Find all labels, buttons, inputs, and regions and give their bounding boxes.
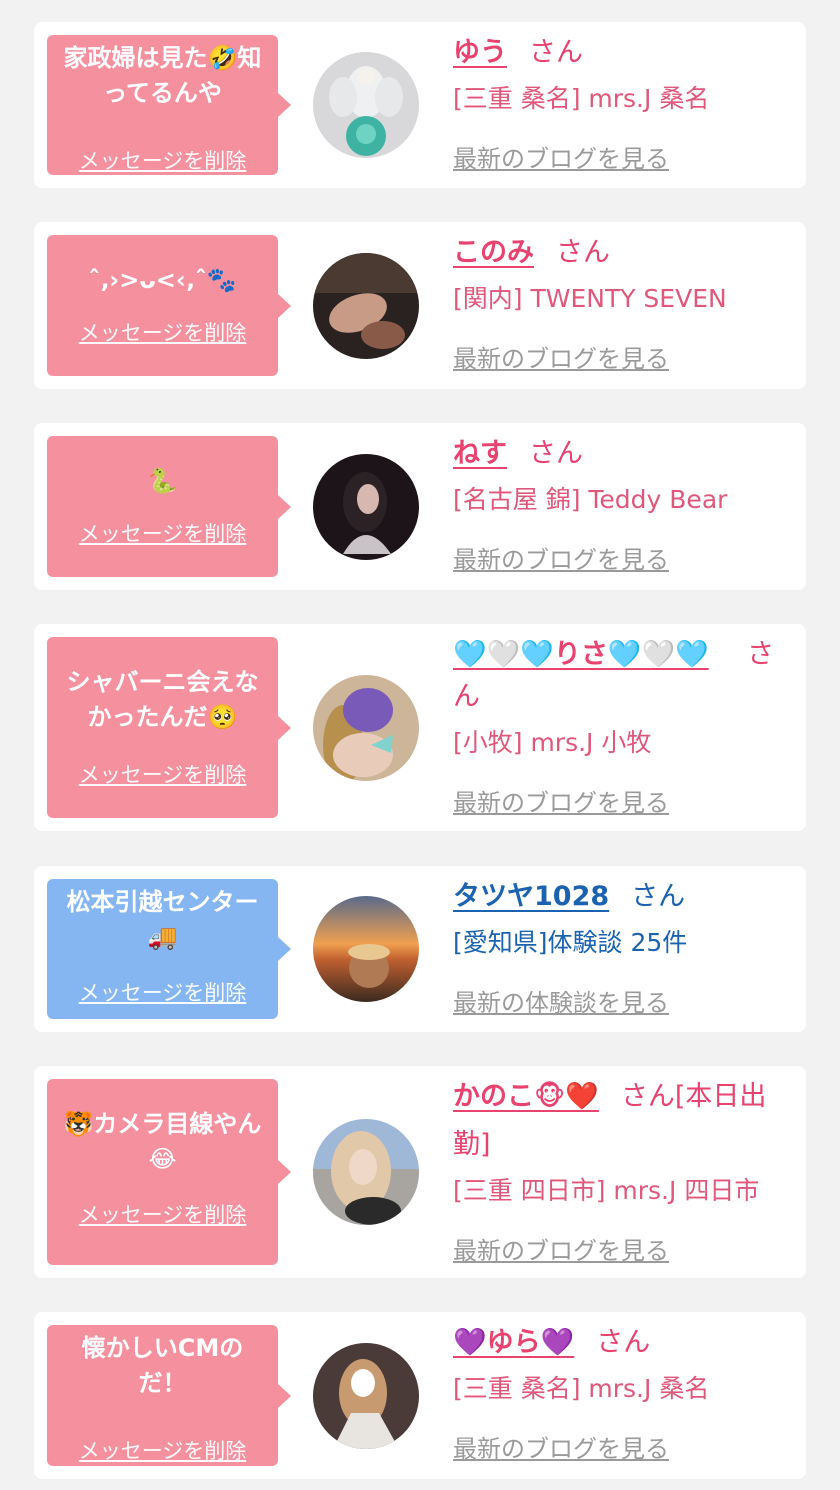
message-text: 🐯カメラ目線やん😂	[63, 1110, 262, 1173]
latest-blog-link[interactable]: 最新のブログを見る	[453, 540, 669, 575]
avatar[interactable]	[313, 1119, 419, 1225]
user-name-link[interactable]: タツヤ1028	[453, 881, 609, 912]
message-bubble: ˆ‚›>ᴗ<‹‚ˆ🐾 メッセージを削除	[47, 235, 291, 376]
message-text: 🐍	[147, 467, 178, 495]
user-name-link[interactable]: このみ	[453, 237, 534, 268]
delete-message-link[interactable]: メッセージを削除	[47, 1435, 278, 1465]
message-card: シャバーニ会えなかったんだ🥺 メッセージを削除 🩵🤍🩵りさ🩵🤍🩵 さ ん [小牧]…	[34, 624, 806, 831]
latest-blog-link[interactable]: 最新のブログを見る	[453, 1231, 669, 1266]
avatar[interactable]	[313, 253, 419, 359]
message-bubble: 家政婦は見た🤣知ってるんや メッセージを削除	[47, 35, 291, 175]
avatar[interactable]	[313, 1343, 419, 1449]
honorific: さん	[556, 237, 610, 268]
delete-message-link[interactable]: メッセージを削除	[47, 145, 278, 175]
honorific: さん	[596, 1327, 651, 1358]
message-bubble: 🐯カメラ目線やん😂 メッセージを削除	[47, 1079, 291, 1265]
latest-blog-link[interactable]: 最新のブログを見る	[453, 1429, 669, 1464]
user-name-link[interactable]: かのこ🐵❤️	[453, 1081, 599, 1112]
message-card: 🐍 メッセージを削除 ねす さん [名古屋 錦] Teddy Bear 最新のブロ…	[34, 423, 806, 590]
latest-blog-link[interactable]: 最新のブログを見る	[453, 783, 669, 818]
message-card: ˆ‚›>ᴗ<‹‚ˆ🐾 メッセージを削除 このみ さん [関内] TWENTY SE…	[34, 222, 806, 389]
shop-text: [小牧] mrs.J 小牧	[453, 728, 652, 757]
message-card: 家政婦は見た🤣知ってるんや メッセージを削除 ゆう さん [三重 桑名] mrs.…	[34, 22, 806, 188]
message-text: シャバーニ会えなかったんだ🥺	[66, 668, 259, 731]
avatar[interactable]	[313, 454, 419, 560]
shop-text: [名古屋 錦] Teddy Bear	[453, 485, 728, 514]
message-bubble: 懐かしいCMのだ！ メッセージを削除	[47, 1325, 291, 1466]
honorific: さん	[529, 37, 583, 68]
message-text: 家政婦は見た🤣知ってるんや	[63, 44, 262, 107]
user-name-link[interactable]: 💜ゆら💜	[453, 1327, 574, 1358]
shop-text: [三重 桑名] mrs.J 桑名	[453, 84, 710, 113]
latest-blog-link[interactable]: 最新のブログを見る	[453, 339, 669, 374]
honorific: さん[本日出	[620, 1081, 767, 1112]
honorific: さん	[631, 881, 686, 912]
shop-text: [関内] TWENTY SEVEN	[453, 284, 727, 313]
shop-text: [三重 四日市] mrs.J 四日市	[453, 1176, 760, 1205]
shop-text: [三重 桑名] mrs.J 桑名	[453, 1374, 710, 1403]
delete-message-link[interactable]: メッセージを削除	[47, 317, 278, 347]
message-card: 松本引越センター🚚 メッセージを削除 タツヤ1028 さん [愛知県]体験談 25…	[34, 866, 806, 1032]
user-name-link[interactable]: ねす	[453, 438, 507, 469]
message-text: 松本引越センター🚚	[66, 888, 259, 951]
honorific: さ	[747, 639, 774, 670]
user-name-link[interactable]: 🩵🤍🩵りさ🩵🤍🩵	[453, 639, 709, 670]
delete-message-link[interactable]: メッセージを削除	[47, 977, 278, 1007]
message-bubble: シャバーニ会えなかったんだ🥺 メッセージを削除	[47, 637, 291, 818]
work-status-continued: 勤]	[453, 1129, 491, 1160]
avatar[interactable]	[313, 675, 419, 781]
message-card: 🐯カメラ目線やん😂 メッセージを削除 かのこ🐵❤️ さん[本日出 勤] [三重 四…	[34, 1066, 806, 1278]
user-name-link[interactable]: ゆう	[453, 37, 507, 68]
latest-reviews-link[interactable]: 最新の体験談を見る	[453, 983, 669, 1018]
message-bubble: 松本引越センター🚚 メッセージを削除	[47, 879, 291, 1019]
message-text: ˆ‚›>ᴗ<‹‚ˆ🐾	[88, 266, 237, 294]
avatar[interactable]	[313, 896, 419, 1002]
avatar[interactable]	[313, 52, 419, 158]
delete-message-link[interactable]: メッセージを削除	[47, 518, 278, 548]
honorific: さん	[529, 438, 583, 469]
latest-blog-link[interactable]: 最新のブログを見る	[453, 139, 669, 174]
delete-message-link[interactable]: メッセージを削除	[47, 1199, 278, 1229]
honorific-continued: ん	[453, 681, 480, 712]
message-text: 懐かしいCMのだ！	[81, 1334, 244, 1397]
message-card: 懐かしいCMのだ！ メッセージを削除 💜ゆら💜 さん [三重 桑名] mrs.J …	[34, 1312, 806, 1479]
shop-text: [愛知県]体験談 25件	[453, 928, 688, 957]
delete-message-link[interactable]: メッセージを削除	[47, 759, 278, 789]
message-bubble: 🐍 メッセージを削除	[47, 436, 291, 577]
